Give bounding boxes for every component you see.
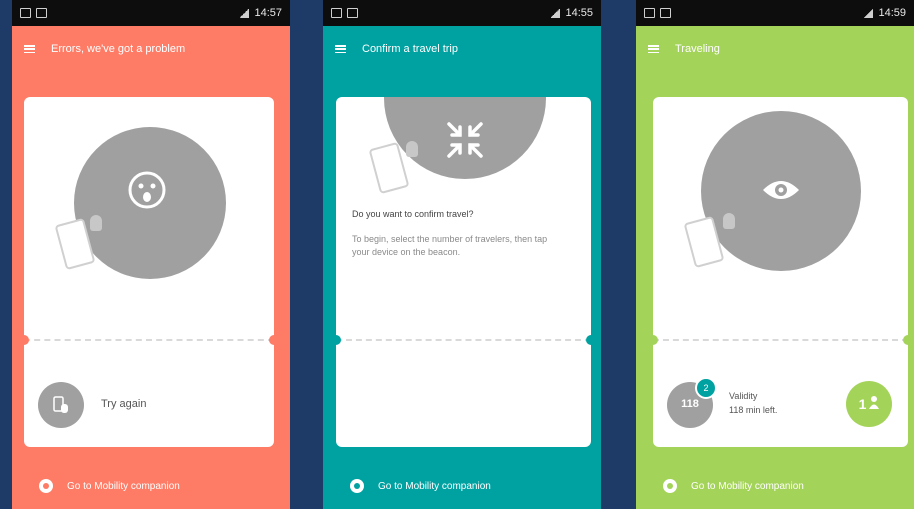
ticket-perforation [336, 335, 591, 345]
hand-illustration [406, 141, 418, 157]
hand-illustration [723, 213, 735, 229]
image-icon [660, 8, 671, 18]
companion-icon [39, 479, 53, 493]
travelers-button[interactable]: 1 [846, 381, 892, 427]
counter-badge-value: 2 [703, 383, 709, 393]
tap-phone-icon [50, 394, 72, 416]
status-time: 14:55 [565, 7, 593, 19]
menu-icon[interactable] [24, 45, 35, 53]
status-time: 14:59 [878, 7, 906, 19]
confirm-screen: 14:55 Confirm a travel trip Do you want … [323, 0, 601, 509]
page-title: Traveling [675, 43, 720, 55]
try-again-label: Try again [101, 398, 147, 410]
counter-badge: 2 [695, 377, 717, 399]
status-bar: 14:57 [12, 0, 290, 26]
eye-icon [758, 167, 804, 213]
person-icon [869, 395, 880, 414]
companion-icon [663, 479, 677, 493]
image-icon [36, 8, 47, 18]
companion-link-label: Go to Mobility companion [378, 480, 491, 492]
ticket-perforation [648, 335, 913, 345]
menu-icon[interactable] [335, 45, 346, 53]
ticket-card: Do you want to confirm travel? To begin,… [336, 97, 591, 447]
ticket-perforation [19, 335, 279, 345]
notification-icon [644, 8, 655, 18]
menu-icon[interactable] [648, 45, 659, 53]
companion-link-label: Go to Mobility companion [691, 480, 804, 492]
signal-icon [239, 8, 250, 18]
companion-link[interactable]: Go to Mobility companion [12, 463, 290, 509]
status-bar: 14:59 [636, 0, 914, 26]
app-bar: Traveling [636, 26, 914, 72]
signal-icon [550, 8, 561, 18]
companion-icon [350, 479, 364, 493]
signal-icon [863, 8, 874, 18]
notification-icon [20, 8, 31, 18]
app-bar: Errors, we've got a problem [12, 26, 290, 72]
retry-row[interactable]: Try again [24, 367, 274, 447]
contract-arrows-icon [440, 115, 490, 165]
ticket-card: 118 2 Validity 118 min left. 1 [648, 97, 913, 447]
page-title: Confirm a travel trip [362, 43, 458, 55]
hand-illustration [90, 215, 102, 231]
companion-link-label: Go to Mobility companion [67, 480, 180, 492]
confirm-instructions: To begin, select the number of travelers… [352, 234, 548, 257]
confirm-question: Do you want to confirm travel? [352, 209, 474, 219]
app-bar: Confirm a travel trip [323, 26, 601, 72]
minutes-value: 118 [681, 398, 699, 410]
notification-icon [331, 8, 342, 18]
traveling-screen: 14:59 Traveling 118 2 Validity 118 min l… [636, 0, 914, 509]
status-bar: 14:55 [323, 0, 601, 26]
ticket-card: Try again [19, 97, 279, 447]
sad-face-icon [124, 167, 170, 213]
image-icon [347, 8, 358, 18]
companion-link[interactable]: Go to Mobility companion [636, 463, 914, 509]
status-time: 14:57 [254, 7, 282, 19]
validity-row: 118 2 Validity 118 min left. 1 [653, 367, 908, 447]
error-screen: 14:57 Errors, we've got a problem Try ag… [12, 0, 290, 509]
page-title: Errors, we've got a problem [51, 43, 186, 55]
validity-text: 118 min left. [729, 405, 778, 415]
travelers-count: 1 [858, 396, 867, 412]
companion-link[interactable]: Go to Mobility companion [323, 463, 601, 509]
validity-label: Validity [729, 391, 758, 401]
